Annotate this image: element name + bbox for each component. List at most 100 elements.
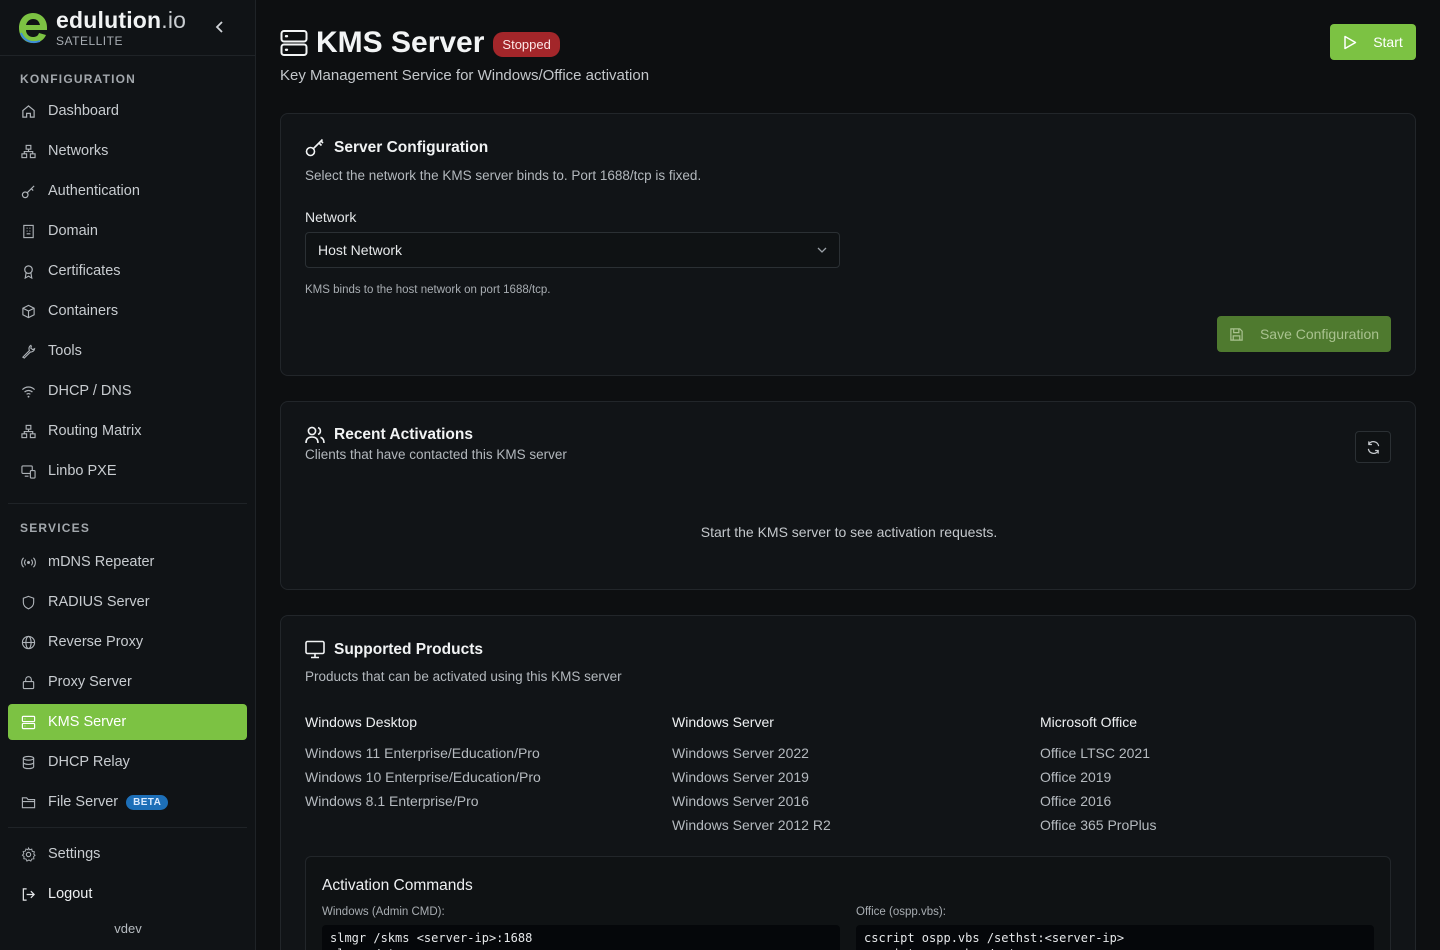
sidebar-item-label: KMS Server [48, 714, 127, 730]
sidebar-item-radius-server[interactable]: RADIUS Server [8, 584, 247, 620]
card-title-text: Supported Products [334, 640, 483, 658]
lock-icon [20, 674, 36, 690]
home-icon [20, 103, 36, 119]
office-command-label: Office (ospp.vbs): [856, 906, 946, 918]
status-badge: Stopped [493, 31, 560, 57]
supported-products-card: Supported Products Products that can be … [280, 615, 1416, 950]
sidebar-item-label: RADIUS Server [48, 594, 150, 610]
sidebar-item-label: Reverse Proxy [48, 634, 144, 650]
card-description: Select the network the KMS server binds … [305, 168, 702, 183]
users-icon [305, 426, 325, 444]
section-title-services: SERVICES [20, 521, 91, 535]
sidebar-item-label: Logout [48, 886, 93, 902]
card-title-text: Recent Activations [334, 426, 473, 443]
recent-activations-card: Recent Activations Clients that have con… [280, 401, 1416, 590]
sidebar-item-containers[interactable]: Containers [8, 293, 247, 329]
collapse-sidebar-button[interactable] [211, 18, 229, 36]
brand-sub: SATELLITE [56, 33, 123, 48]
monitor-icon [305, 640, 325, 659]
sidebar-item-label: Domain [48, 223, 98, 239]
shield-icon [20, 594, 36, 610]
wifi-icon [20, 383, 36, 399]
sidebar-item-label: mDNS Repeater [48, 554, 155, 570]
version-label: vdev [114, 921, 142, 936]
product-group-microsoft-office: Microsoft Office Office LTSC 2021 Office… [1040, 714, 1156, 837]
network-icon [20, 143, 36, 159]
sidebar-item-authentication[interactable]: Authentication [8, 173, 247, 209]
activations-empty-message: Start the KMS server to see activation r… [700, 524, 998, 540]
activation-commands-box: Activation Commands Windows (Admin CMD):… [305, 856, 1391, 950]
main-content: KMS Server Stopped Key Management Servic… [280, 0, 1416, 950]
network-select[interactable]: Host Network [305, 232, 840, 268]
refresh-icon [1367, 440, 1379, 454]
windows-command-code[interactable]: slmgr /skms <server-ip>:1688 slmgr /ato [322, 925, 840, 950]
product-group-title: Windows Server [672, 714, 774, 730]
sidebar-item-label: Certificates [48, 263, 121, 279]
sidebar-item-dhcp-dns[interactable]: DHCP / DNS [8, 373, 247, 409]
sidebar-item-label: DHCP Relay [48, 754, 130, 770]
building-icon [20, 223, 36, 239]
start-button-label: Start [1373, 34, 1403, 50]
globe-icon [20, 634, 36, 650]
brand-name: edulution.io [56, 6, 187, 33]
sidebar-item-domain[interactable]: Domain [8, 213, 247, 249]
card-description: Products that can be activated using thi… [305, 669, 622, 684]
product-group-title: Microsoft Office [1040, 714, 1137, 730]
logout-button[interactable]: Logout [8, 876, 247, 912]
network-icon [20, 423, 36, 439]
save-icon [1230, 327, 1243, 341]
server-icon [20, 714, 36, 730]
office-command-code[interactable]: cscript ospp.vbs /sethst:<server-ip> csc… [856, 925, 1374, 950]
sidebar-item-networks[interactable]: Networks [8, 133, 247, 169]
server-icon [280, 30, 308, 56]
sidebar-item-kms-server[interactable]: KMS Server [8, 704, 247, 740]
product-item: Office 365 ProPlus [1040, 817, 1157, 833]
refresh-button[interactable] [1355, 431, 1391, 463]
sidebar-item-proxy-server[interactable]: Proxy Server [8, 664, 247, 700]
product-item: Windows 10 Enterprise/Education/Pro [305, 769, 541, 785]
play-icon [1344, 35, 1357, 49]
sidebar-item-dhcp-relay[interactable]: DHCP Relay [8, 744, 247, 780]
start-button[interactable]: Start [1330, 24, 1416, 60]
sidebar-item-linbo-pxe[interactable]: Linbo PXE [8, 453, 247, 489]
database-icon [20, 754, 36, 770]
sidebar-item-label: File Server [48, 794, 119, 810]
sidebar-item-label: Networks [48, 143, 109, 159]
sidebar-item-reverse-proxy[interactable]: Reverse Proxy [8, 624, 247, 660]
page-header: KMS Server Stopped [280, 26, 560, 60]
sidebar-item-file-server[interactable]: File Server BETA [8, 784, 247, 820]
network-label: Network [305, 209, 357, 225]
sidebar-item-tools[interactable]: Tools [8, 333, 247, 369]
product-group-title: Windows Desktop [305, 714, 418, 730]
sidebar-item-dashboard[interactable]: Dashboard [8, 93, 247, 129]
network-hint: KMS binds to the host network on port 16… [305, 284, 551, 296]
sidebar-item-settings[interactable]: Settings [8, 836, 247, 872]
award-icon [20, 263, 36, 279]
product-item: Windows 11 Enterprise/Education/Pro [305, 745, 540, 761]
server-config-card: Server Configuration Select the network … [280, 113, 1416, 376]
product-item: Windows 8.1 Enterprise/Pro [305, 793, 479, 809]
card-title: Supported Products [305, 640, 483, 659]
chevron-left-icon [215, 21, 223, 33]
sidebar-item-label: Linbo PXE [48, 463, 117, 479]
sidebar-item-label: DHCP / DNS [48, 383, 132, 399]
sidebar-item-certificates[interactable]: Certificates [8, 253, 247, 289]
brand: edulution.io SATELLITE [0, 0, 255, 56]
product-item: Office LTSC 2021 [1040, 745, 1150, 761]
network-select-value: Host Network [318, 242, 403, 258]
section-title-config: KONFIGURATION [20, 72, 137, 86]
sidebar-item-routing-matrix[interactable]: Routing Matrix [8, 413, 247, 449]
logout-icon [20, 886, 36, 902]
save-configuration-button[interactable]: Save Configuration [1217, 316, 1391, 352]
wrench-icon [20, 343, 36, 359]
sidebar-item-label: Routing Matrix [48, 423, 142, 439]
sidebar-item-label: Tools [48, 343, 82, 359]
key-icon [20, 183, 36, 199]
sidebar: edulution.io SATELLITE KONFIGURATION Das… [0, 0, 256, 950]
product-item: Windows Server 2019 [672, 769, 809, 785]
product-item: Windows Server 2012 R2 [672, 817, 831, 833]
product-item: Windows Server 2016 [672, 793, 809, 809]
sidebar-item-label: Dashboard [48, 103, 119, 119]
sidebar-item-mdns-repeater[interactable]: mDNS Repeater [8, 544, 247, 580]
save-button-label: Save Configuration [1259, 326, 1380, 342]
